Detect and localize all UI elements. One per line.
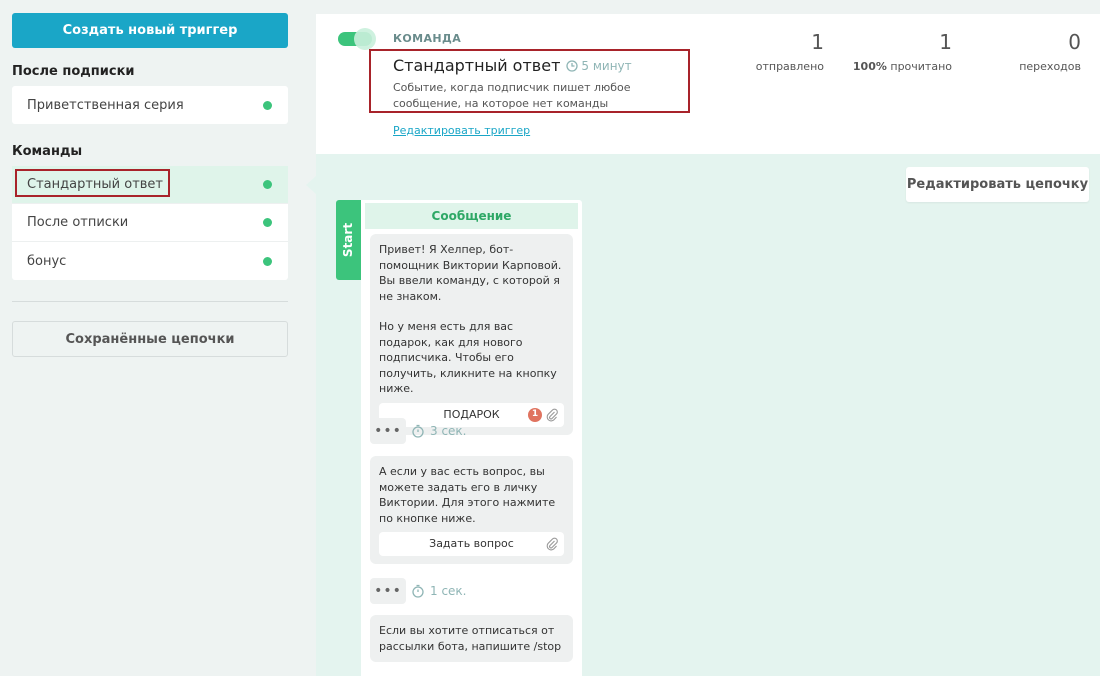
sidebar-item-label: Приветственная серия — [27, 97, 184, 113]
sidebar-item-bonus[interactable]: бонус — [12, 242, 288, 280]
message-3-text: Если вы хотите отписаться от рассылки бо… — [379, 624, 562, 653]
active-status-dot — [263, 180, 272, 189]
sidebar-item-standard-reply[interactable]: Стандартный ответ — [12, 166, 288, 204]
stat-sent: 1 отправлено — [746, 30, 824, 73]
trigger-title: Стандартный ответ — [393, 56, 561, 75]
trigger-enabled-toggle[interactable] — [338, 28, 376, 50]
trigger-description: Событие, когда подписчик пишет любое соо… — [393, 81, 631, 110]
active-status-dot — [263, 100, 272, 110]
sidebar-divider — [12, 301, 288, 302]
commands-title: Команды — [12, 144, 83, 159]
message-1-paragraph-1: Привет! Я Хелпер, бот-помощник Виктории … — [379, 243, 562, 303]
trigger-delay-value: 5 минут — [581, 58, 632, 73]
trigger-header-card: КОМАНДА Стандартный ответ 5 минут Событи… — [316, 14, 1100, 154]
trigger-delay: 5 минут — [566, 58, 632, 73]
stat-clicks: 0 переходов — [1006, 30, 1081, 73]
toggle-knob — [354, 28, 376, 50]
paperclip-icon — [546, 408, 558, 421]
after-subscribe-title: После подписки — [12, 64, 135, 79]
stat-clicks-label: переходов — [1019, 60, 1081, 73]
delay-1-value: 3 сек. — [430, 424, 467, 438]
delay-2-value: 1 сек. — [430, 584, 467, 598]
start-tab: Start — [336, 200, 361, 280]
active-status-dot — [263, 218, 272, 227]
clock-icon — [566, 59, 579, 72]
edit-chain-button[interactable]: Редактировать цепочку — [906, 167, 1089, 202]
sidebar-item-label: бонус — [27, 253, 67, 269]
stopwatch-icon — [412, 584, 424, 598]
saved-chains-button[interactable]: Сохранённые цепочки — [12, 321, 288, 357]
selection-pointer — [306, 176, 316, 194]
sidebar-item-label: После отписки — [27, 215, 129, 230]
message-block-header: Сообщение — [365, 203, 578, 229]
create-trigger-button[interactable]: Создать новый триггер — [12, 13, 288, 48]
ask-question-button[interactable]: Задать вопрос — [379, 532, 564, 556]
stat-read-percent: 100% — [852, 60, 887, 73]
start-label: Start — [341, 222, 356, 258]
sidebar-item-label: Стандартный ответ — [27, 177, 163, 192]
stat-sent-label: отправлено — [755, 60, 824, 73]
message-bubble-3[interactable]: Если вы хотите отписаться от рассылки бо… — [370, 615, 573, 662]
message-2-text: А если у вас есть вопрос, вы можете зада… — [379, 465, 556, 525]
active-status-dot — [263, 256, 272, 266]
edit-trigger-link[interactable]: Редактировать триггер — [393, 124, 530, 137]
stopwatch-icon — [412, 424, 424, 438]
commands-list: Стандартный ответ После отписки бонус — [12, 166, 288, 280]
ask-question-button-label: Задать вопрос — [429, 537, 514, 551]
message-bubble-1[interactable]: Привет! Я Хелпер, бот-помощник Виктории … — [370, 234, 573, 435]
message-flow-card[interactable]: Сообщение Привет! Я Хелпер, бот-помощник… — [361, 200, 582, 676]
sidebar-item-welcome-series[interactable]: Приветственная серия — [12, 86, 288, 124]
stat-sent-value: 1 — [811, 30, 824, 54]
message-1-paragraph-2: Но у меня есть для вас подарок, как для … — [379, 320, 557, 395]
trigger-kind-label: КОМАНДА — [393, 32, 462, 45]
stat-read-value: 1 — [939, 30, 952, 54]
stat-clicks-value: 0 — [1068, 30, 1081, 54]
more-options-button[interactable]: ••• — [370, 418, 406, 444]
sidebar-item-after-unsubscribe[interactable]: После отписки — [12, 204, 288, 242]
stat-read: 1 100% прочитано — [846, 30, 952, 73]
delay-row-2: ••• 1 сек. — [370, 578, 467, 604]
trigger-title-row: Стандартный ответ 5 минут — [393, 56, 632, 75]
delay-row-1: ••• 3 сек. — [370, 418, 467, 444]
stat-read-label-row: 100% прочитано — [846, 60, 952, 73]
paperclip-icon — [546, 537, 558, 551]
message-bubble-2[interactable]: А если у вас есть вопрос, вы можете зада… — [370, 456, 573, 564]
click-count-badge: 1 — [528, 407, 542, 422]
sidebar: Создать новый триггер После подписки При… — [0, 0, 300, 676]
stat-read-label: прочитано — [890, 60, 952, 73]
after-subscribe-list: Приветственная серия — [12, 86, 288, 124]
more-options-button[interactable]: ••• — [370, 578, 406, 604]
